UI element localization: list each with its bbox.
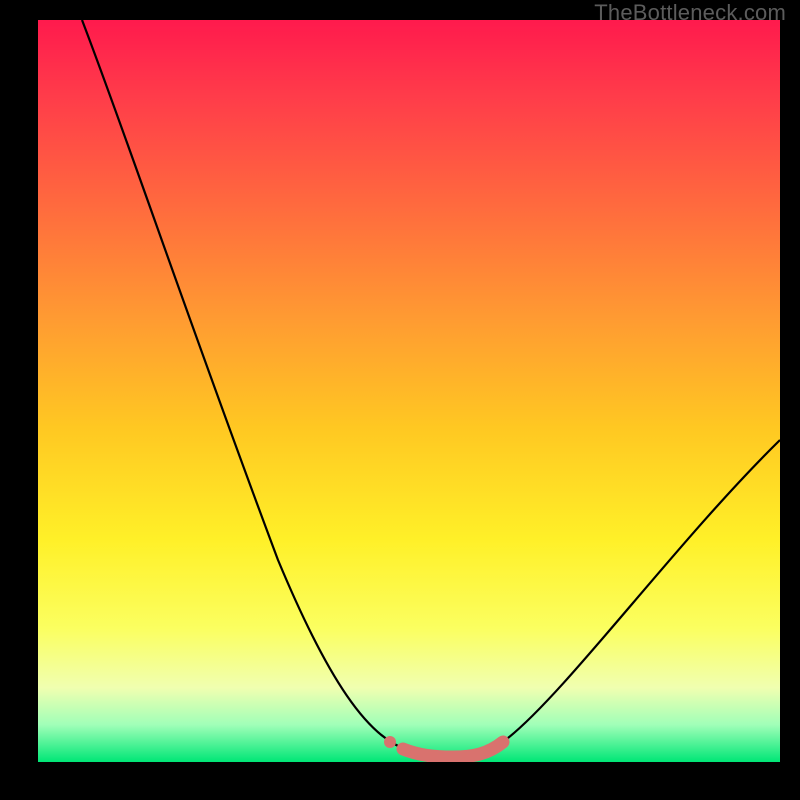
plot-area: [38, 20, 780, 762]
bottleneck-curve: [82, 20, 780, 756]
highlight-dot: [384, 736, 396, 748]
bottleneck-curve-svg: [38, 20, 780, 762]
highlight-band: [403, 742, 503, 757]
chart-frame: TheBottleneck.com: [0, 0, 800, 800]
